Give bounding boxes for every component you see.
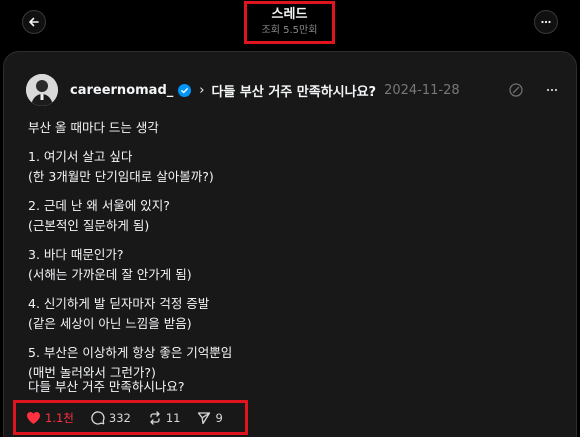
comment-count: 332: [108, 410, 131, 425]
share-count: 9: [215, 410, 223, 425]
page-title: 스레드: [271, 7, 308, 22]
quote-icon: [509, 83, 523, 97]
post-actions: 1.1천 332 11 9: [13, 400, 248, 435]
post-line: 3. 바다 때문인가?: [28, 247, 124, 262]
repost-button[interactable]: 11: [148, 410, 181, 425]
comment-icon: [91, 410, 105, 425]
post-line: 4. 신기하게 발 딛자마자 걱정 증발: [28, 296, 210, 311]
post-line: 2. 근데 난 왜 서울에 있지?: [28, 198, 170, 213]
repost-count: 11: [165, 410, 181, 425]
post-line: (서해는 가까운데 잘 안가게 됨): [28, 267, 192, 282]
like-button[interactable]: 1.1천: [26, 410, 74, 426]
post-closing-line: 다들 부산 거주 만족하시나요?: [28, 379, 185, 394]
view-count: 조회 5.5만회: [261, 25, 318, 36]
back-button[interactable]: [22, 10, 46, 34]
top-bar: 스레드 조회 5.5만회: [0, 0, 580, 46]
more-horizontal-icon: [541, 20, 551, 24]
verified-badge-icon: [178, 83, 192, 97]
heart-icon: [27, 411, 40, 424]
post-line: (같은 세상이 아닌 느낌을 받음): [28, 316, 192, 331]
repost-icon: [150, 410, 160, 425]
more-horizontal-icon: [546, 88, 558, 92]
post-line: 부산 올 때마다 드는 생각: [28, 120, 159, 135]
share-button[interactable]: 9: [197, 410, 223, 425]
post-line: 1. 여기서 살고 싶다: [28, 149, 133, 164]
post-body: 부산 올 때마다 드는 생각 1. 여기서 살고 싶다 (한 3개월만 단기임대…: [28, 118, 558, 383]
avatar-image: [26, 74, 58, 106]
post-header: careernomad_ › 다들 부산 거주 만족하시나요? 2024-11-…: [26, 74, 566, 106]
thread-card: careernomad_ › 다들 부산 거주 만족하시나요? 2024-11-…: [3, 51, 577, 437]
post-header-actions: [506, 80, 562, 100]
post-line: (한 3개월만 단기임대로 살아볼까?): [28, 169, 214, 184]
like-count: 1.1천: [45, 410, 74, 425]
header-title-group: 스레드 조회 5.5만회: [244, 1, 335, 44]
send-icon: [198, 411, 211, 424]
post-more-button[interactable]: [542, 80, 562, 100]
chevron-right-icon: ›: [199, 82, 205, 98]
post-line: 5. 부산은 이상하게 항상 좋은 기억뿐임: [28, 345, 233, 360]
username[interactable]: careernomad_: [70, 83, 173, 98]
comment-button[interactable]: 332: [91, 411, 131, 425]
avatar[interactable]: [26, 74, 58, 106]
arrow-left-icon: [29, 17, 39, 27]
more-options-button[interactable]: [534, 10, 558, 34]
quote-button[interactable]: [506, 80, 526, 100]
post-line: (근본적인 질문하게 됨): [28, 218, 150, 233]
post-title: 다들 부산 거주 만족하시나요?: [211, 84, 377, 100]
post-date: 2024-11-28: [384, 82, 460, 98]
